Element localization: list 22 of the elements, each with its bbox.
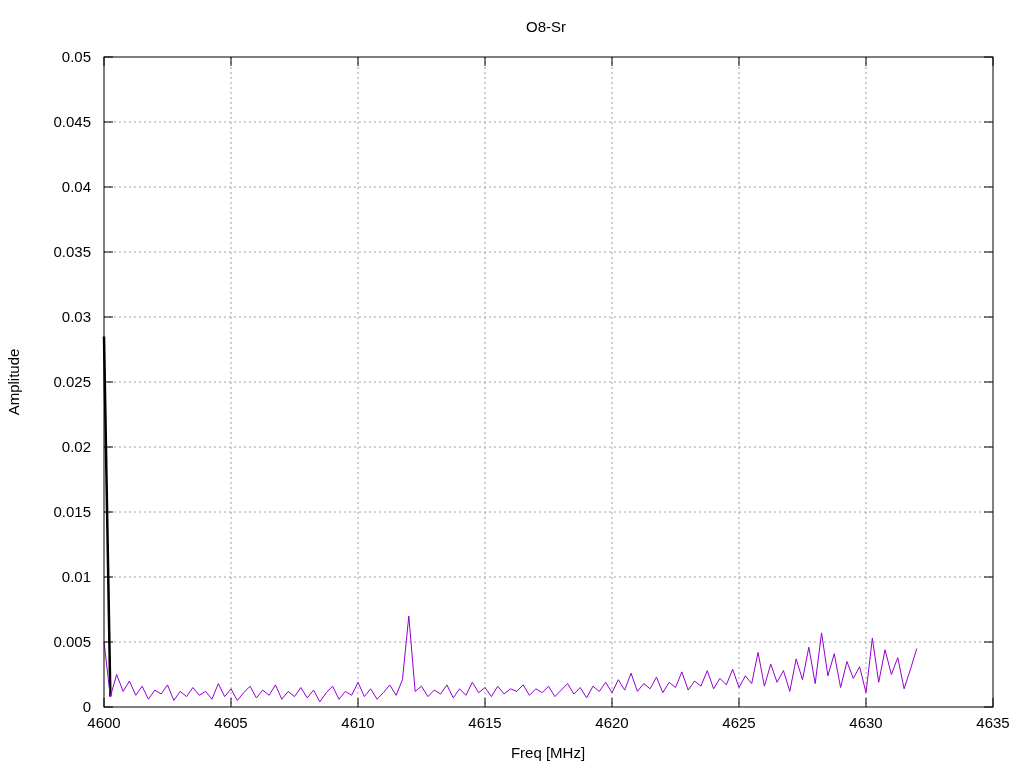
x-axis-label: Freq [MHz] (510, 744, 586, 761)
tick-label: 0.015 (53, 503, 91, 520)
y-axis-label: Amplitude (5, 348, 22, 416)
tick-label: 0.03 (61, 308, 91, 325)
tick-label: 4605 (214, 714, 248, 731)
tick-label: 4610 (341, 714, 375, 731)
tick-label: 4620 (595, 714, 629, 731)
tick-label: 0.025 (53, 373, 91, 390)
tick-label: 0.02 (61, 438, 91, 455)
tick-label: 4630 (849, 714, 883, 731)
tick-label: 4635 (976, 714, 1010, 731)
chart-title: O8-Sr (526, 18, 566, 35)
tick-label: 4600 (87, 714, 121, 731)
tick-label: 0.05 (61, 48, 91, 65)
tick-label: 4625 (722, 714, 756, 731)
tick-label: 0.005 (53, 633, 91, 650)
tick-label: 0.04 (61, 178, 91, 195)
tick-label: 0.01 (61, 568, 91, 585)
tick-label: 0.035 (53, 243, 91, 260)
tick-label: 0 (82, 698, 91, 715)
tick-label: 4615 (468, 714, 502, 731)
tick-label: 0.045 (53, 113, 91, 130)
